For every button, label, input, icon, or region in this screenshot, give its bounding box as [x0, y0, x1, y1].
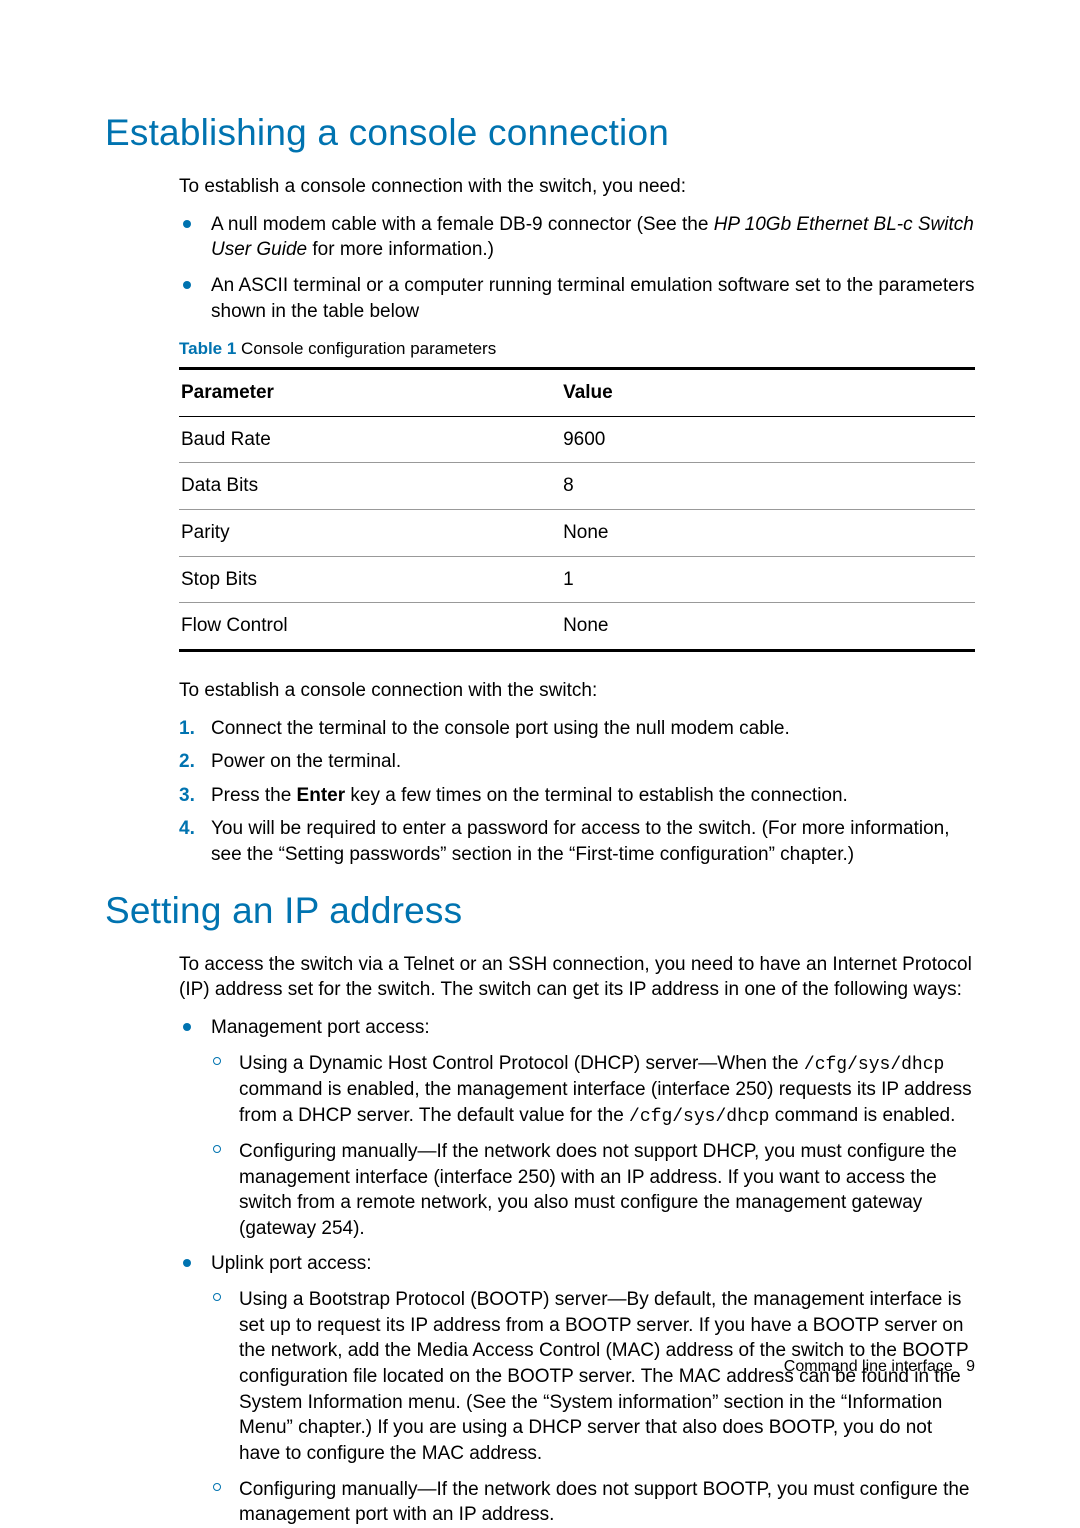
cell-param: Data Bits [179, 463, 561, 510]
step-item: Connect the terminal to the console port… [179, 716, 975, 742]
sub-item: Configuring manually—If the network does… [211, 1477, 975, 1528]
step-item: Press the Enter key a few times on the t… [179, 783, 975, 809]
table-row: Parity None [179, 510, 975, 557]
console-config-table: Parameter Value Baud Rate 9600 Data Bits… [179, 367, 975, 652]
command-code: /cfg/sys/dhcp [804, 1055, 944, 1075]
heading-setting-ip: Setting an IP address [105, 886, 975, 936]
cell-value: 9600 [561, 416, 975, 463]
list-item: Uplink port access: Using a Bootstrap Pr… [179, 1251, 975, 1527]
table-row: Stop Bits 1 [179, 556, 975, 603]
steps-intro: To establish a console connection with t… [179, 678, 975, 704]
footer-text: Command line interface [784, 1358, 953, 1375]
text: command is enabled. [769, 1105, 955, 1126]
table-header-parameter: Parameter [179, 369, 561, 417]
step-item: Power on the terminal. [179, 749, 975, 775]
cell-param: Flow Control [179, 603, 561, 651]
steps-list: Connect the terminal to the console port… [179, 716, 975, 868]
cell-value: 8 [561, 463, 975, 510]
table-caption-text: Console configuration parameters [236, 339, 496, 358]
list-item: Management port access: Using a Dynamic … [179, 1015, 975, 1241]
key-name: Enter [297, 785, 346, 806]
uplink-port-label: Uplink port access: [211, 1253, 372, 1274]
text: A null modem cable with a female DB-9 co… [211, 214, 714, 235]
list-item: An ASCII terminal or a computer running … [179, 273, 975, 324]
text: for more information.) [307, 239, 494, 260]
table-label: Table 1 [179, 339, 236, 358]
cell-param: Parity [179, 510, 561, 557]
footer-page-number: 9 [966, 1358, 975, 1375]
table-caption: Table 1 Console configuration parameters [179, 338, 975, 361]
cell-value: None [561, 510, 975, 557]
command-code: /cfg/sys/dhcp [629, 1107, 769, 1127]
page-footer: Command line interface 9 [784, 1356, 975, 1378]
intro-text: To establish a console connection with t… [179, 174, 975, 200]
text: Press the [211, 785, 297, 806]
sub-item: Using a Dynamic Host Control Protocol (D… [211, 1051, 975, 1129]
sub-item: Configuring manually—If the network does… [211, 1139, 975, 1242]
access-list: Management port access: Using a Dynamic … [179, 1015, 975, 1528]
requirements-list: A null modem cable with a female DB-9 co… [179, 212, 975, 325]
step-item: You will be required to enter a password… [179, 816, 975, 867]
mgmt-port-label: Management port access: [211, 1017, 430, 1038]
list-item: A null modem cable with a female DB-9 co… [179, 212, 975, 263]
table-row: Data Bits 8 [179, 463, 975, 510]
text: Using a Dynamic Host Control Protocol (D… [239, 1053, 804, 1074]
cell-value: None [561, 603, 975, 651]
cell-value: 1 [561, 556, 975, 603]
mgmt-sublist: Using a Dynamic Host Control Protocol (D… [211, 1051, 975, 1242]
table-row: Baud Rate 9600 [179, 416, 975, 463]
intro-text: To access the switch via a Telnet or an … [179, 952, 975, 1003]
table-row: Flow Control None [179, 603, 975, 651]
cell-param: Baud Rate [179, 416, 561, 463]
text: key a few times on the terminal to estab… [345, 785, 848, 806]
uplink-sublist: Using a Bootstrap Protocol (BOOTP) serve… [211, 1287, 975, 1528]
heading-establishing-console: Establishing a console connection [105, 108, 975, 158]
table-header-value: Value [561, 369, 975, 417]
cell-param: Stop Bits [179, 556, 561, 603]
